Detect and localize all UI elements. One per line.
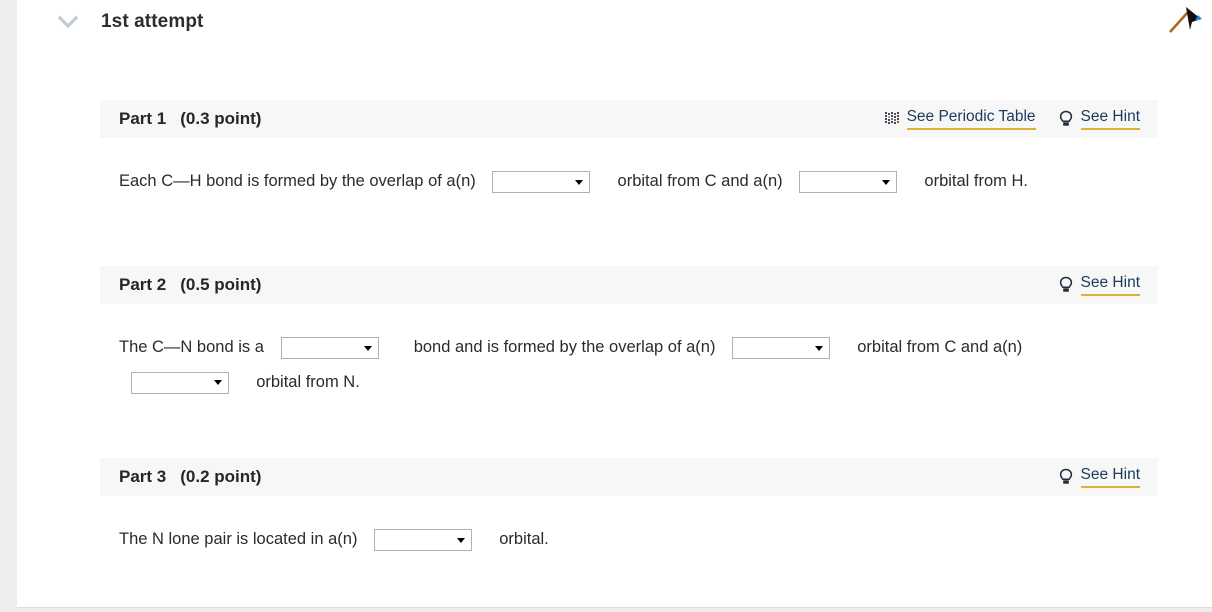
periodic-table-icon: [884, 111, 900, 126]
lightbulb-icon: [1058, 110, 1074, 128]
part-label: Part 3: [119, 467, 167, 486]
part2-text-segment-2: bond and is formed by the overlap of a(n…: [413, 338, 716, 356]
see-hint-label: See Hint: [1080, 274, 1140, 296]
part2-orbital-c-dropdown[interactable]: [732, 331, 831, 365]
part1-orbital-h-select[interactable]: [799, 171, 898, 194]
attempt-title: 1st attempt: [101, 11, 204, 32]
part3-text-segment-1: The N lone pair is located in a(n): [119, 530, 358, 548]
part1-text-segment-3: orbital from H.: [924, 172, 1029, 190]
assignment-page: 1st attempt Part 1 (0.3 point) See Perio…: [0, 0, 1212, 612]
part-header-1: Part 1 (0.3 point) See Periodic Table Se…: [100, 100, 1158, 138]
part-points: (0.2 point): [180, 467, 262, 486]
part2-text-segment-4: orbital from N.: [256, 372, 360, 391]
see-hint-label: See Hint: [1080, 466, 1140, 488]
part2-orbital-n-select[interactable]: [131, 371, 229, 394]
part-label: Part 2: [119, 275, 167, 294]
lightbulb-icon: [1058, 276, 1074, 294]
part-label: Part 1: [119, 109, 167, 128]
part-header-3: Part 3 (0.2 point) See Hint: [100, 458, 1158, 496]
part1-orbital-h-dropdown[interactable]: [799, 165, 898, 199]
part-body-3: The N lone pair is located in a(n) orbit…: [100, 496, 1158, 557]
part2-orbital-n-dropdown[interactable]: [131, 365, 229, 399]
chevron-down-icon[interactable]: [53, 7, 83, 37]
see-periodic-table-link[interactable]: See Periodic Table: [884, 108, 1036, 130]
part2-text-segment-1: The C—N bond is a: [119, 338, 264, 356]
part2-orbital-c-select[interactable]: [732, 337, 831, 360]
part-header-2: Part 2 (0.5 point) See Hint: [100, 266, 1158, 304]
part2-text-segment-3: orbital from C and a(n): [857, 338, 1023, 356]
part-points: (0.3 point): [180, 109, 262, 128]
see-hint-link[interactable]: See Hint: [1058, 466, 1140, 488]
part3-lone-pair-orbital-dropdown[interactable]: [374, 523, 473, 557]
part-body-1: Each C—H bond is formed by the overlap o…: [100, 138, 1158, 199]
see-hint-link[interactable]: See Hint: [1058, 108, 1140, 130]
part1-orbital-c-select[interactable]: [492, 171, 591, 194]
part-section-1: Part 1 (0.3 point) See Periodic Table Se…: [100, 100, 1158, 199]
part-body-2: The C—N bond is a bond and is formed by …: [100, 304, 1158, 399]
flag-icon[interactable]: [1162, 2, 1204, 38]
lightbulb-icon: [1058, 468, 1074, 486]
left-gutter: [0, 0, 17, 612]
part-section-3: Part 3 (0.2 point) See Hint The N lone p…: [100, 458, 1158, 557]
part1-text-segment-2: orbital from C and a(n): [617, 172, 783, 190]
part-points: (0.5 point): [180, 275, 262, 294]
see-hint-link[interactable]: See Hint: [1058, 274, 1140, 296]
part3-text-segment-2: orbital.: [499, 530, 549, 548]
attempt-header: 1st attempt: [17, 0, 1212, 44]
part1-orbital-c-dropdown[interactable]: [492, 165, 591, 199]
part1-text-segment-1: Each C—H bond is formed by the overlap o…: [119, 172, 476, 190]
see-hint-label: See Hint: [1080, 108, 1140, 130]
part-section-2: Part 2 (0.5 point) See Hint The C—N bond…: [100, 266, 1158, 399]
part2-bond-type-select[interactable]: [280, 337, 379, 360]
see-periodic-table-label: See Periodic Table: [906, 108, 1036, 130]
attempt-card: 1st attempt Part 1 (0.3 point) See Perio…: [17, 0, 1212, 608]
part3-lone-pair-orbital-select[interactable]: [374, 529, 473, 552]
part2-bond-type-dropdown[interactable]: [280, 331, 379, 365]
